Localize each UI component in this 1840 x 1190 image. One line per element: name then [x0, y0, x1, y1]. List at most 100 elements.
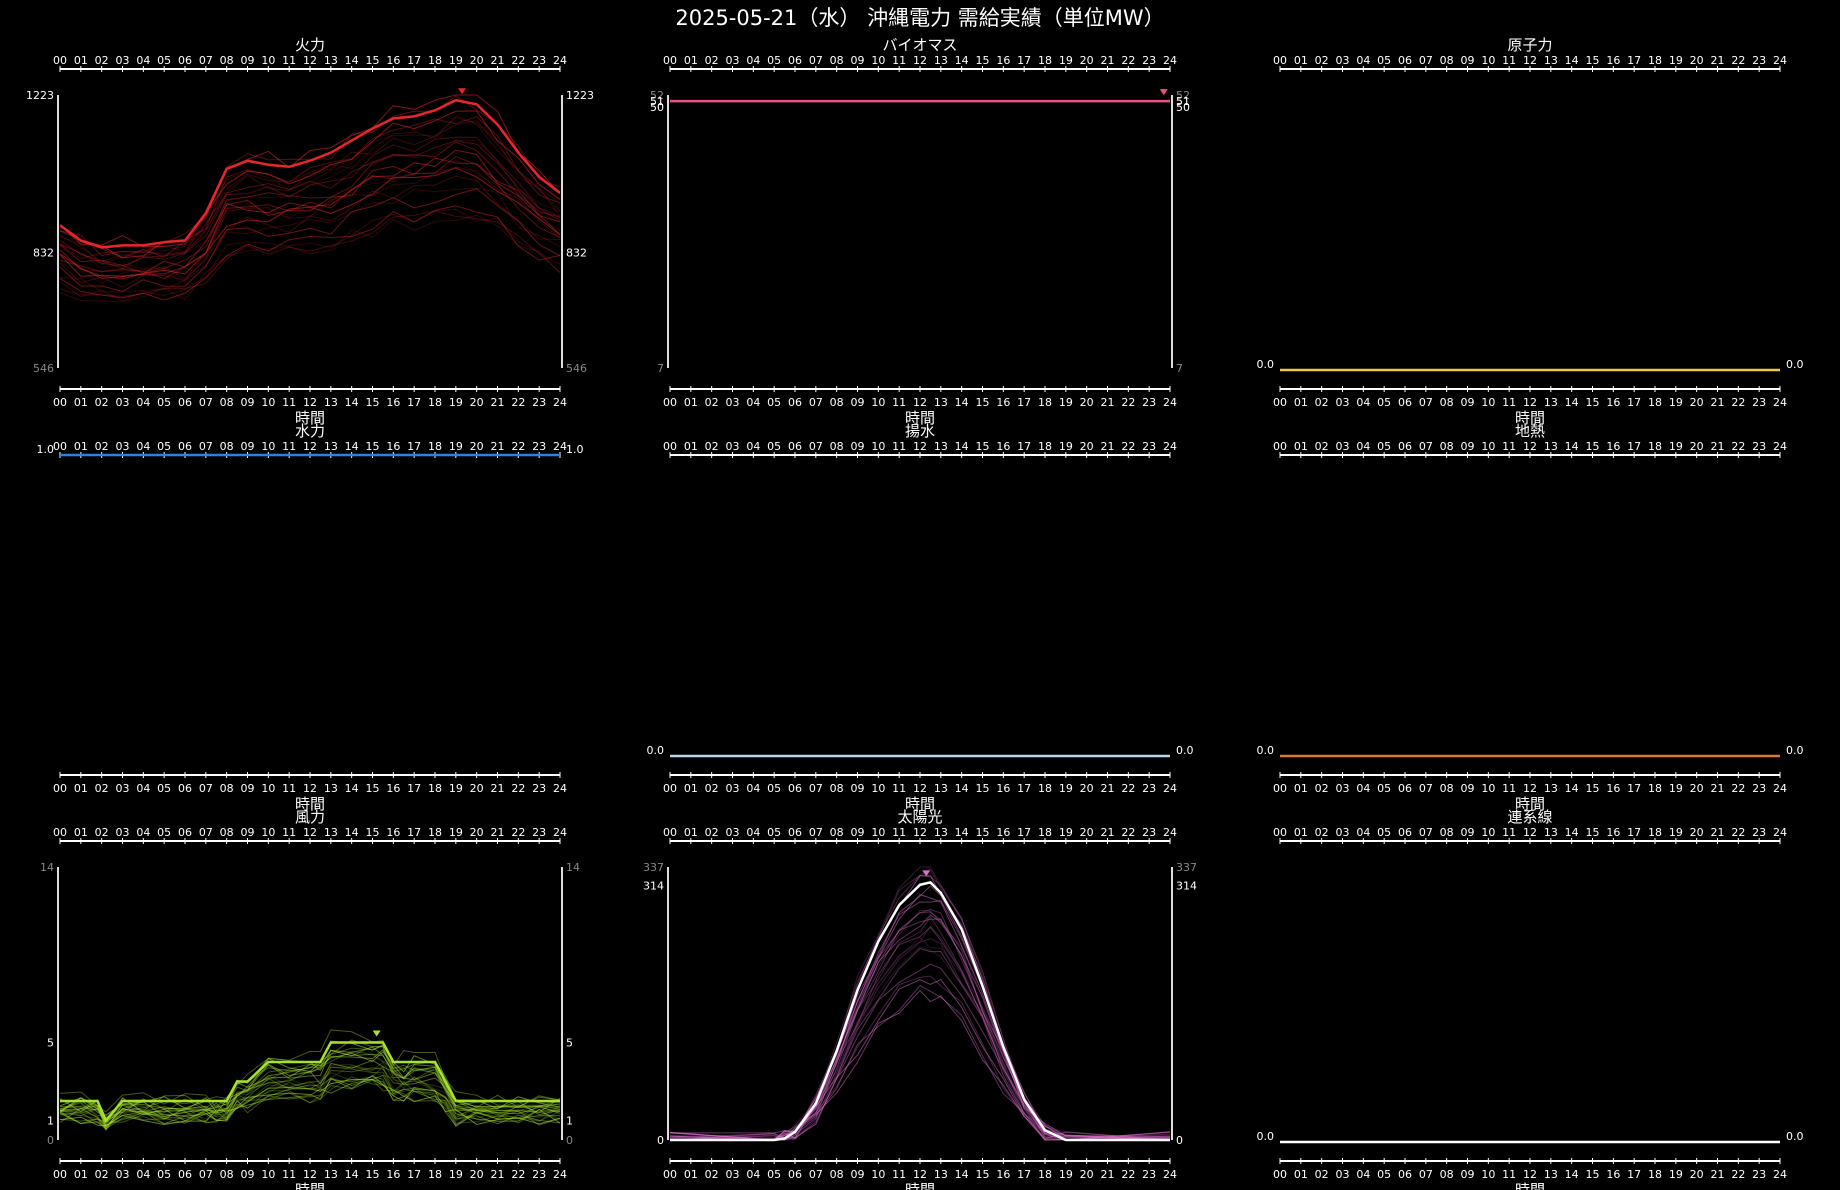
tick-label: 20 — [1690, 396, 1704, 409]
y-tick-label-right: 546 — [566, 362, 587, 375]
tick-label: 01 — [1294, 782, 1308, 795]
tick-label: 21 — [1711, 396, 1725, 409]
tick-label: 03 — [1336, 826, 1350, 839]
tick-label: 07 — [1419, 826, 1433, 839]
history-line — [670, 916, 1170, 1141]
tick-label: 04 — [136, 826, 150, 839]
tick-label: 23 — [532, 54, 546, 67]
tick-label: 24 — [1773, 1168, 1787, 1181]
tick-label: 11 — [282, 54, 296, 67]
tick-label: 10 — [871, 826, 885, 839]
tick-label: 08 — [220, 396, 234, 409]
tick-label: 04 — [136, 396, 150, 409]
tick-label: 06 — [178, 826, 192, 839]
tick-label: 19 — [1059, 1168, 1073, 1181]
tick-label: 21 — [1101, 396, 1115, 409]
tick-label: 20 — [470, 396, 484, 409]
tick-label: 02 — [705, 1168, 719, 1181]
tick-label: 07 — [1419, 782, 1433, 795]
tick-label: 14 — [955, 1168, 969, 1181]
tick-label: 01 — [684, 782, 698, 795]
panel-4: 水力 00 01 02 03 04 05 06 07 08 09 10 11 12 13 14 15 16 17 18… — [37, 422, 584, 813]
tick-label: 18 — [428, 440, 442, 453]
tick-label: 24 — [553, 1168, 567, 1181]
tick-label: 07 — [199, 826, 213, 839]
tick-label: 13 — [324, 440, 338, 453]
tick-label: 09 — [851, 1168, 865, 1181]
tick-label: 19 — [449, 826, 463, 839]
tick-label: 15 — [976, 826, 990, 839]
tick-label: 01 — [684, 826, 698, 839]
tick-label: 16 — [1606, 396, 1620, 409]
tick-label: 09 — [1461, 54, 1475, 67]
tick-label: 02 — [1315, 782, 1329, 795]
history-line — [670, 936, 1170, 1141]
tick-label: 15 — [976, 54, 990, 67]
tick-label: 19 — [1669, 54, 1683, 67]
plot-area — [60, 1029, 560, 1131]
tick-label: 05 — [767, 1168, 781, 1181]
tick-label: 21 — [491, 54, 505, 67]
tick-label: 16 — [386, 826, 400, 839]
tick-label: 22 — [1121, 782, 1135, 795]
tick-label: 13 — [1544, 440, 1558, 453]
tick-label: 02 — [95, 782, 109, 795]
tick-label: 13 — [934, 54, 948, 67]
y-tick-label-left: 1 — [47, 1115, 54, 1128]
tick-label: 08 — [220, 782, 234, 795]
panel-title: 原子力 — [1507, 36, 1552, 54]
history-line — [670, 918, 1170, 1141]
panel-9: 連系線 00 01 02 03 04 05 06 07 08 09 10 11 12 13 14 15 16 17 1… — [1257, 808, 1804, 1190]
y-tick-label-left: 0.0 — [647, 744, 665, 757]
tick-label: 19 — [1059, 396, 1073, 409]
plot-area — [60, 94, 560, 303]
tick-label: 16 — [996, 826, 1010, 839]
tick-label: 18 — [1038, 440, 1052, 453]
tick-label: 14 — [1565, 826, 1579, 839]
tick-label: 05 — [1377, 440, 1391, 453]
tick-label: 22 — [1731, 396, 1745, 409]
tick-label: 11 — [892, 1168, 906, 1181]
tick-label: 17 — [407, 1168, 421, 1181]
tick-label: 24 — [1773, 396, 1787, 409]
tick-label: 05 — [157, 54, 171, 67]
tick-label: 03 — [1336, 782, 1350, 795]
tick-label: 21 — [1101, 782, 1115, 795]
tick-label: 10 — [261, 440, 275, 453]
tick-label: 01 — [1294, 396, 1308, 409]
tick-label: 11 — [1502, 782, 1516, 795]
history-line — [670, 925, 1170, 1141]
tick-label: 00 — [53, 782, 67, 795]
tick-label: 20 — [1080, 826, 1094, 839]
tick-label: 15 — [366, 782, 380, 795]
tick-label: 12 — [913, 54, 927, 67]
tick-label: 12 — [913, 396, 927, 409]
y-tick-label-right: 1223 — [566, 89, 594, 102]
tick-label: 09 — [851, 440, 865, 453]
tick-label: 24 — [553, 440, 567, 453]
tick-label: 00 — [663, 440, 677, 453]
tick-label: 12 — [303, 440, 317, 453]
tick-label: 14 — [955, 396, 969, 409]
tick-label: 18 — [1648, 1168, 1662, 1181]
tick-label: 08 — [830, 826, 844, 839]
y-tick-label-right: 14 — [566, 861, 580, 874]
panel-title: 水力 — [295, 422, 325, 440]
tick-label: 08 — [1440, 396, 1454, 409]
tick-label: 20 — [1690, 1168, 1704, 1181]
tick-label: 23 — [1142, 54, 1156, 67]
tick-label: 03 — [1336, 440, 1350, 453]
tick-label: 22 — [511, 782, 525, 795]
tick-label: 15 — [366, 440, 380, 453]
y-tick-label-left: 0 — [657, 1134, 664, 1147]
tick-label: 20 — [470, 826, 484, 839]
tick-label: 21 — [1711, 1168, 1725, 1181]
tick-label: 04 — [746, 826, 760, 839]
tick-label: 21 — [1101, 440, 1115, 453]
history-line — [60, 155, 560, 280]
tick-label: 15 — [976, 1168, 990, 1181]
tick-label: 03 — [116, 1168, 130, 1181]
tick-label: 22 — [1121, 1168, 1135, 1181]
tick-label: 17 — [1627, 54, 1641, 67]
tick-label: 05 — [157, 826, 171, 839]
